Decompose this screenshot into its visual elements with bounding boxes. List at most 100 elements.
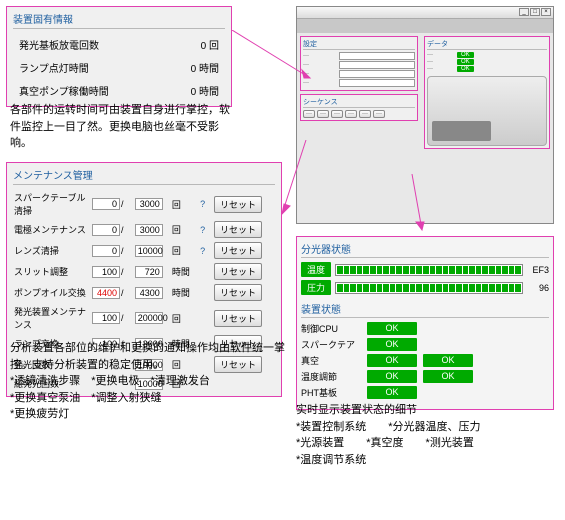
maintenance-label: 発光装置メンテナンス — [13, 303, 91, 333]
section-title: 設定 — [303, 39, 415, 50]
subpanel-title: 分光器状態 — [301, 241, 549, 258]
maintenance-row: スパークテーブル清掃0/3000回?リセット — [13, 189, 275, 219]
current-value: 100 — [92, 266, 120, 278]
info-value: 0 回 — [169, 37, 219, 52]
close-button[interactable]: × — [541, 8, 551, 16]
reset-button[interactable]: リセット — [214, 263, 262, 280]
unit: 時間 — [171, 261, 196, 282]
status-ok: OK — [367, 386, 417, 399]
seq-button[interactable]: ··· — [359, 110, 371, 118]
maintenance-label: 電極メンテナンス — [13, 219, 91, 240]
max-value[interactable]: 720 — [135, 266, 163, 278]
status-ok: OK — [423, 354, 473, 367]
unit: 回 — [171, 219, 196, 240]
seq-button[interactable]: ··· — [345, 110, 357, 118]
status-label: PHT基板 — [301, 386, 361, 399]
desc-device-info: 各部件的运转时间可由装置自身进行掌控，软件监控上一目了然。更换电脑也丝毫不受影响… — [10, 102, 236, 152]
field-input[interactable] — [339, 61, 415, 69]
status-label: スパークテア — [301, 338, 361, 351]
help-icon[interactable]: ? — [197, 225, 209, 235]
status-ok: OK — [423, 370, 473, 383]
gauge-row: 圧力 96 — [301, 280, 549, 295]
status-ok: OK — [367, 322, 417, 335]
max-value[interactable]: 200000 — [135, 312, 163, 324]
maintenance-row: 電極メンテナンス0/3000回?リセット — [13, 219, 275, 240]
maintenance-label: ポンプオイル交換 — [13, 282, 91, 303]
gauge-row: 温度 EF3 — [301, 262, 549, 277]
reset-button[interactable]: リセット — [214, 310, 262, 327]
subpanel-title: 装置状態 — [301, 301, 549, 318]
maintenance-row: スリット調整100/720時間リセット — [13, 261, 275, 282]
help-icon[interactable]: ? — [197, 199, 209, 209]
reset-button[interactable]: リセット — [214, 284, 262, 301]
seq-button[interactable]: ··· — [373, 110, 385, 118]
info-row: 発光基板放電回数 0 回 — [13, 33, 225, 56]
gauge-label: 温度 — [301, 262, 331, 277]
seq-button[interactable]: ··· — [317, 110, 329, 118]
info-value: 0 時間 — [169, 83, 219, 98]
section-title: データ — [427, 39, 547, 50]
status-panel: 分光器状態 温度 EF3 圧力 96 装置状態 制御CPU OK スパークテア OK 真空 OK… — [296, 236, 554, 410]
seq-button[interactable]: ··· — [331, 110, 343, 118]
maximize-button[interactable]: □ — [530, 8, 540, 16]
settings-section: 設定 ··· ··· ··· ··· — [300, 36, 418, 91]
minimize-button[interactable]: _ — [519, 8, 529, 16]
gauge-value: 96 — [527, 283, 549, 293]
desc-status: 实时显示装置状态的细节*装置控制系统 *分光器温度、压力*光源装置 *真空度 *… — [296, 402, 554, 468]
maintenance-label: スリット調整 — [13, 261, 91, 282]
info-value: 0 時間 — [169, 60, 219, 75]
max-value[interactable]: 3000 — [135, 198, 163, 210]
toolbar — [297, 19, 553, 33]
info-label: 真空ポンプ稼働時間 — [19, 83, 109, 98]
panel-title: 装置固有情報 — [13, 11, 225, 29]
maintenance-row: ポンプオイル交換4400/4300時間リセット — [13, 282, 275, 303]
current-value: 0 — [92, 224, 120, 236]
current-value: 100 — [92, 312, 120, 324]
device-info-panel: 装置固有情報 発光基板放電回数0 回ランプ点灯時間0 時間真空ポンプ稼働時間0 … — [6, 6, 232, 107]
current-value: 0 — [92, 245, 120, 257]
current-value: 4400 — [92, 287, 120, 299]
status-label: 温度調節 — [301, 370, 361, 383]
max-value[interactable]: 4300 — [135, 287, 163, 299]
titlebar: _ □ × — [297, 7, 553, 19]
info-label: 発光基板放電回数 — [19, 37, 99, 52]
unit: 回 — [171, 303, 196, 333]
device-image — [427, 76, 547, 146]
status-ok: OK — [457, 66, 474, 72]
data-section: データ ···OK ···OK ···OK — [424, 36, 550, 149]
max-value[interactable]: 10000 — [135, 245, 163, 257]
gauge-bar — [335, 282, 523, 294]
maintenance-row: 発光装置メンテナンス100/200000回リセット — [13, 303, 275, 333]
status-label: 真空 — [301, 354, 361, 367]
status-ok: OK — [367, 338, 417, 351]
maintenance-label: レンズ清掃 — [13, 240, 91, 261]
seq-button[interactable]: ··· — [303, 110, 315, 118]
section-title: シーケンス — [303, 97, 415, 108]
field-input[interactable] — [339, 52, 415, 60]
gauge-label: 圧力 — [301, 280, 331, 295]
unit: 回 — [171, 189, 196, 219]
gauge-value: EF3 — [527, 265, 549, 275]
help-icon[interactable]: ? — [197, 246, 209, 256]
max-value[interactable]: 3000 — [135, 224, 163, 236]
reset-button[interactable]: リセット — [214, 242, 262, 259]
status-ok: OK — [367, 370, 417, 383]
panel-title: メンテナンス管理 — [13, 167, 275, 185]
maintenance-row: レンズ清掃0/10000回?リセット — [13, 240, 275, 261]
reset-button[interactable]: リセット — [214, 196, 262, 213]
reset-button[interactable]: リセット — [214, 221, 262, 238]
info-row: ランプ点灯時間 0 時間 — [13, 56, 225, 79]
status-ok: OK — [367, 354, 417, 367]
sequence-section: シーケンス ··· ··· ··· ··· ··· ··· — [300, 94, 418, 121]
field-input[interactable] — [339, 79, 415, 87]
info-label: ランプ点灯時間 — [19, 60, 89, 75]
status-label: 制御CPU — [301, 322, 361, 335]
field-input[interactable] — [339, 70, 415, 78]
unit: 時間 — [171, 282, 196, 303]
status-ok: OK — [457, 59, 474, 65]
unit: 回 — [171, 240, 196, 261]
status-ok: OK — [457, 52, 474, 58]
gauge-bar — [335, 264, 523, 276]
maintenance-label: スパークテーブル清掃 — [13, 189, 91, 219]
info-row: 真空ポンプ稼働時間 0 時間 — [13, 79, 225, 102]
